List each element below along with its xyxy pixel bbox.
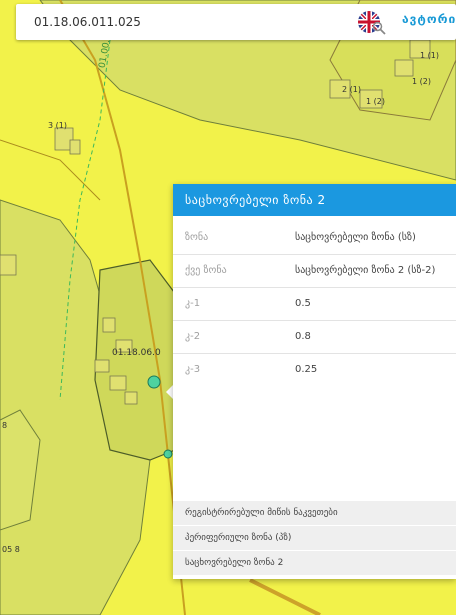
location-marker[interactable] (147, 375, 161, 389)
row-value: 0.8 (295, 331, 311, 342)
search-icon[interactable] (372, 21, 386, 35)
attribute-table: ზონა საცხოვრებელი ზონა (სზ) ქვე ზონა საც… (173, 222, 456, 398)
zone-info-popup: საცხოვრებელი ზონა 2 ზონა საცხოვრებელი ზო… (173, 184, 456, 579)
building-label: 3 (1) (48, 121, 67, 130)
building-label: 1 (2) (412, 77, 431, 86)
search-input[interactable] (16, 4, 346, 40)
row-value: 0.25 (295, 364, 318, 375)
table-row: კ-3 0.25 (173, 354, 456, 398)
auth-link[interactable]: ავტორი (402, 12, 456, 26)
table-row: კ-2 0.8 (173, 321, 456, 354)
table-row: ზონა საცხოვრებელი ზონა (სზ) (173, 222, 456, 255)
popup-title: საცხოვრებელი ზონა 2 (173, 184, 456, 216)
table-row: ქვე ზონა საცხოვრებელი ზონა 2 (სზ-2) (173, 255, 456, 288)
row-key: ქვე ზონა (185, 265, 227, 276)
table-row: კ-1 0.5 (173, 288, 456, 321)
row-value: საცხოვრებელი ზონა (სზ) (295, 232, 416, 243)
edge-label: 05 8 (2, 545, 20, 554)
location-marker[interactable] (163, 449, 173, 459)
row-value: საცხოვრებელი ზონა 2 (სზ-2) (295, 265, 436, 276)
layer-item-registered-parcels[interactable]: რეგისტრირებული მიწის ნაკვეთები (173, 500, 456, 525)
layer-item-peripheral-zone[interactable]: პერიფერიული ზონა (პზ) (173, 525, 456, 550)
building-label: 2 (1) (342, 85, 361, 94)
row-key: კ-2 (185, 331, 201, 342)
search-bar: ავტორი (16, 4, 456, 40)
edge-label: 8 (2, 421, 7, 430)
row-value: 0.5 (295, 298, 311, 309)
layer-list: რეგისტრირებული მიწის ნაკვეთები პერიფერიუ… (173, 500, 456, 575)
layer-item-residential-zone[interactable]: საცხოვრებელი ზონა 2 (173, 550, 456, 575)
building-label: 1 (1) (420, 51, 439, 60)
row-key: კ-1 (185, 298, 201, 309)
row-key: კ-3 (185, 364, 201, 375)
parcel-label: 01.18.06.0 (112, 348, 161, 358)
building-label: 1 (2) (366, 97, 385, 106)
row-key: ზონა (185, 232, 209, 243)
